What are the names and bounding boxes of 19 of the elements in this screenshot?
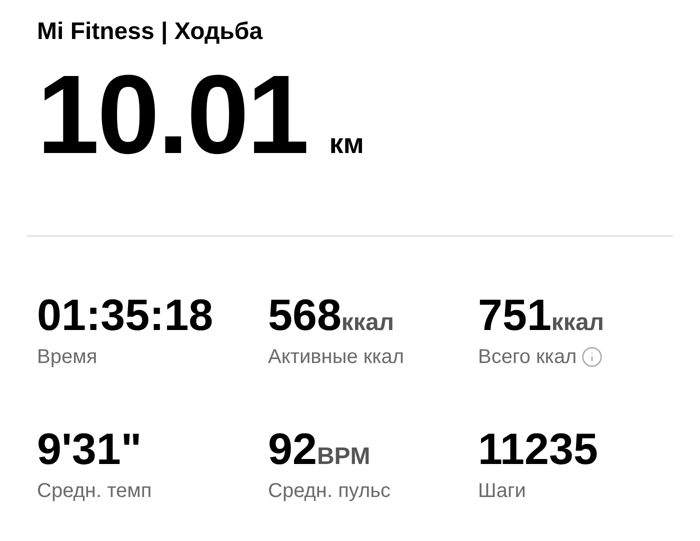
stat-value: 9'31"	[37, 426, 142, 474]
stat-value: 751	[478, 292, 552, 340]
stat-unit: ккал	[551, 308, 604, 338]
stat-label: Всего ккал	[478, 345, 577, 370]
stat-label: Шаги	[478, 479, 526, 504]
stat-value: 11235	[478, 426, 598, 474]
stat-label: Средн. темп	[37, 479, 152, 504]
stat-label: Время	[37, 345, 98, 370]
stat-unit: BPM	[316, 442, 370, 472]
stat-value: 01:35:18	[37, 292, 214, 340]
distance-unit: км	[329, 127, 364, 161]
stat-label: Активные ккал	[268, 345, 404, 370]
distance-value: 10.01	[37, 60, 308, 170]
page-title: Mi Fitness | Ходьба	[37, 17, 264, 47]
info-icon[interactable]	[580, 346, 603, 368]
stat-value: 568	[268, 292, 342, 340]
stat-unit: ккал	[341, 308, 394, 338]
stat-label: Средн. пульс	[268, 479, 391, 504]
stat-value: 92	[268, 426, 317, 474]
